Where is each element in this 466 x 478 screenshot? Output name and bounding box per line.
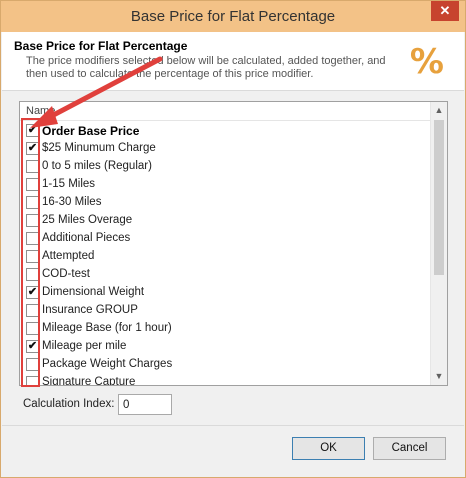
list-item-label: 25 Miles Overage — [42, 214, 133, 226]
calculation-index-label: Calculation Index: — [23, 398, 115, 410]
list-item[interactable]: 16-30 Miles — [20, 194, 431, 212]
checkbox-column-highlight — [21, 118, 40, 387]
list-item-label: Dimensional Weight — [42, 286, 145, 298]
list-item[interactable]: ✔ Dimensional Weight — [20, 284, 431, 302]
scroll-up-button[interactable]: ▲ — [431, 102, 447, 119]
list-item-label: Signature Capture — [42, 376, 136, 386]
list-item-label: 1-15 Miles — [42, 178, 96, 190]
ok-button[interactable]: OK — [292, 437, 365, 460]
list-item-label: Additional Pieces — [42, 232, 131, 244]
dialog-footer: OK Cancel — [2, 425, 464, 477]
column-header-label: Name — [26, 105, 56, 117]
close-icon: ✕ — [439, 3, 451, 18]
list-item[interactable]: Signature Capture — [20, 374, 431, 386]
list-item[interactable]: 0 to 5 miles (Regular) — [20, 158, 431, 176]
calculation-index-input[interactable] — [118, 394, 172, 415]
list-item-label: Mileage per mile — [42, 340, 127, 352]
list-item[interactable]: Package Weight Charges — [20, 356, 431, 374]
list-item[interactable]: Attempted — [20, 248, 431, 266]
list-item[interactable]: 1-15 Miles — [20, 176, 431, 194]
scroll-thumb[interactable] — [434, 120, 444, 275]
scroll-down-button[interactable]: ▼ — [431, 368, 447, 385]
list-item-label: $25 Minumum Charge — [42, 142, 156, 154]
list-item[interactable]: 25 Miles Overage — [20, 212, 431, 230]
vertical-scrollbar[interactable]: ▲ ▼ — [430, 102, 447, 385]
list-item[interactable]: ✔ Order Base Price — [20, 122, 431, 140]
list-item-label: Order Base Price — [42, 124, 140, 138]
list-item[interactable]: COD-test — [20, 266, 431, 284]
list-item-label: Mileage Base (for 1 hour) — [42, 322, 172, 334]
list-item-label: Insurance GROUP — [42, 304, 138, 316]
list-item[interactable]: Mileage Base (for 1 hour) — [20, 320, 431, 338]
list-item[interactable]: ✔ $25 Minumum Charge — [20, 140, 431, 158]
chevron-down-icon: ▼ — [434, 371, 444, 381]
title-bar[interactable]: Base Price for Flat Percentage ✕ — [1, 1, 465, 32]
header-description: The price modifiers selected below will … — [26, 55, 386, 80]
list-rows: ✔ Order Base Price ✔ $25 Minumum Charge 0 to… — [20, 122, 431, 386]
list-item-label: 16-30 Miles — [42, 196, 102, 208]
dialog-header: Base Price for Flat Percentage The price… — [2, 32, 464, 91]
list-item-label: Package Weight Charges — [42, 358, 173, 370]
list-item[interactable]: ✔ Mileage per mile — [20, 338, 431, 356]
column-header-name[interactable]: Name — [20, 102, 431, 121]
list-item-label: COD-test — [42, 268, 90, 280]
price-modifier-list[interactable]: Name ✔ Order Base Price ✔ $25 Minumum Charg… — [19, 101, 448, 386]
dialog-window: Base Price for Flat Percentage ✕ Base Pr… — [0, 0, 466, 478]
close-button[interactable]: ✕ — [431, 1, 459, 21]
list-item-label: 0 to 5 miles (Regular) — [42, 160, 152, 172]
list-item[interactable]: Additional Pieces — [20, 230, 431, 248]
header-title: Base Price for Flat Percentage — [14, 39, 188, 53]
cancel-button[interactable]: Cancel — [373, 437, 446, 460]
list-item[interactable]: Insurance GROUP — [20, 302, 431, 320]
percent-icon: % — [409, 42, 444, 82]
window-title: Base Price for Flat Percentage — [130, 8, 336, 25]
list-item-label: Attempted — [42, 250, 95, 262]
chevron-up-icon: ▲ — [434, 105, 444, 115]
